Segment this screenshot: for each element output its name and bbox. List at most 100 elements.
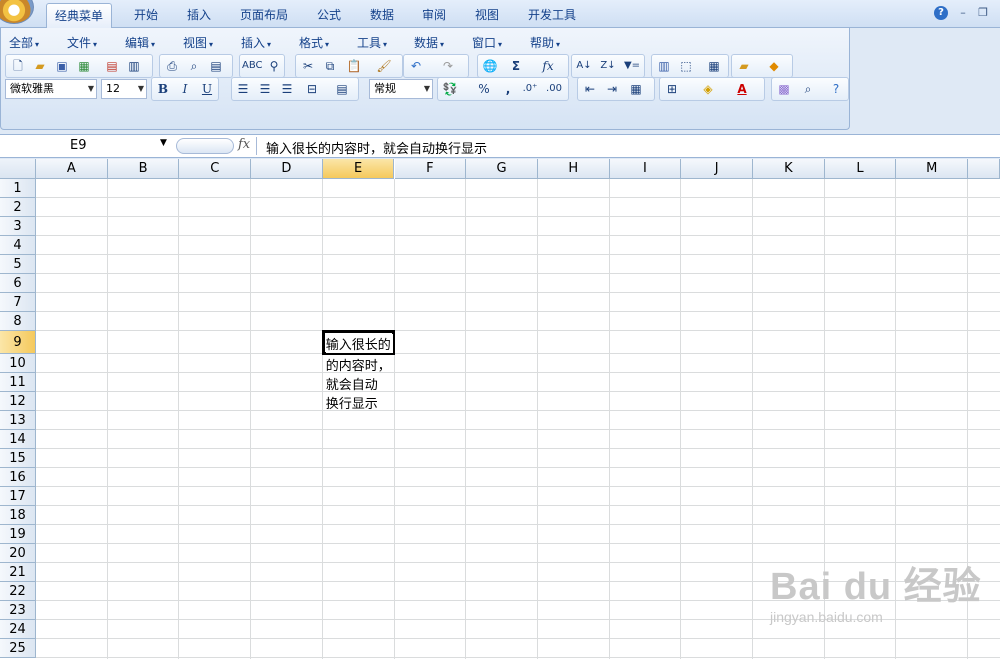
restore-icon[interactable]: ❐: [976, 6, 990, 20]
column-header-i[interactable]: I: [609, 159, 682, 179]
column-header-d[interactable]: D: [251, 159, 323, 179]
row-header-20[interactable]: 20: [0, 544, 36, 563]
row-header-11[interactable]: 11: [0, 373, 36, 392]
menu-edit[interactable]: 编辑 ▾: [125, 34, 155, 51]
align-right-icon[interactable]: ☰: [277, 79, 297, 99]
font-color-icon[interactable]: A: [732, 79, 752, 99]
autosum-icon[interactable]: Σ: [506, 56, 526, 76]
spellcheck-icon[interactable]: ABC: [242, 56, 263, 76]
row-header-21[interactable]: 21: [0, 563, 36, 582]
open-folder-icon[interactable]: ▰: [30, 56, 50, 76]
row-header-19[interactable]: 19: [0, 525, 36, 544]
column-header-c[interactable]: C: [179, 159, 252, 179]
row-header-14[interactable]: 14: [0, 430, 36, 449]
row-header-10[interactable]: 10: [0, 354, 36, 373]
format-painter-icon[interactable]: 🖌: [374, 56, 394, 76]
menu-view[interactable]: 视图 ▾: [183, 34, 213, 51]
tab-formulas[interactable]: 公式: [309, 3, 349, 28]
increase-indent-icon[interactable]: ⇥: [602, 79, 622, 99]
chart-icon[interactable]: ▥: [654, 56, 674, 76]
column-header-m[interactable]: M: [896, 159, 969, 179]
tab-review[interactable]: 审阅: [414, 3, 454, 28]
row-header-13[interactable]: 13: [0, 411, 36, 430]
insert-function-fx-icon[interactable]: fx: [238, 137, 250, 152]
align-center-icon[interactable]: ☰: [255, 79, 275, 99]
bold-button[interactable]: B: [153, 79, 173, 99]
row-header-24[interactable]: 24: [0, 620, 36, 639]
print-icon[interactable]: ⎙: [162, 56, 182, 76]
excel-icon[interactable]: ▦: [74, 56, 94, 76]
fill-color-icon[interactable]: ◈: [698, 79, 718, 99]
help-icon[interactable]: ?: [934, 6, 948, 20]
preview-icon[interactable]: ⌕: [184, 56, 204, 76]
merge-center-icon[interactable]: ⊟: [302, 79, 322, 99]
row-header-16[interactable]: 16: [0, 468, 36, 487]
row-header-12[interactable]: 12: [0, 392, 36, 411]
row-header-22[interactable]: 22: [0, 582, 36, 601]
font-size-select[interactable]: 12 ▼: [101, 79, 147, 99]
insert-function-icon[interactable]: fx: [538, 56, 558, 76]
minimize-icon[interactable]: –: [956, 6, 970, 20]
percent-button[interactable]: %: [474, 79, 494, 99]
tab-data[interactable]: 数据: [362, 3, 402, 28]
print-preview-icon[interactable]: ▥: [124, 56, 144, 76]
row-header-25[interactable]: 25: [0, 639, 36, 658]
copy-icon[interactable]: ⧉: [320, 56, 340, 76]
formula-input[interactable]: 输入很长的内容时，就会自动换行显示: [266, 138, 487, 157]
menu-window[interactable]: 窗口 ▾: [472, 34, 502, 51]
column-header-j[interactable]: J: [681, 159, 753, 179]
italic-button[interactable]: I: [175, 79, 195, 99]
decrease-decimal-icon[interactable]: .00: [544, 79, 564, 99]
worksheet-grid[interactable]: ABCDEFGHIJKLM 1 2 3 4 5 6 7 8 9 10 11 12 13 14 15 16 17 1…: [0, 159, 1000, 659]
column-header-l[interactable]: L: [824, 159, 897, 179]
underline-button[interactable]: U: [197, 79, 217, 99]
row-header-23[interactable]: 23: [0, 601, 36, 620]
tab-developer[interactable]: 开发工具: [520, 3, 584, 28]
drawing-icon[interactable]: ⬚: [676, 56, 696, 76]
column-header-g[interactable]: G: [466, 159, 538, 179]
row-header-4[interactable]: 4: [0, 236, 36, 255]
name-box[interactable]: E9: [0, 135, 176, 157]
decrease-indent-icon[interactable]: ⇤: [580, 79, 600, 99]
row-header-2[interactable]: 2: [0, 198, 36, 217]
row-header-9[interactable]: 9: [0, 331, 36, 354]
cell-style-icon[interactable]: ▦: [626, 79, 646, 99]
cut-icon[interactable]: ✂: [298, 56, 318, 76]
font-name-select[interactable]: 微软雅黑 ▼: [5, 79, 97, 99]
menu-all[interactable]: 全部 ▾: [9, 34, 39, 51]
sort-ascending-icon[interactable]: A↓: [574, 56, 594, 76]
number-format-select[interactable]: 常规 ▼: [369, 79, 433, 99]
new-file-icon[interactable]: 🗋: [8, 56, 28, 76]
help-question-icon[interactable]: ?: [826, 79, 846, 99]
increase-decimal-icon[interactable]: .0⁺: [520, 79, 540, 99]
row-header-17[interactable]: 17: [0, 487, 36, 506]
formula-scroll-handle[interactable]: [176, 138, 234, 154]
menu-tools[interactable]: 工具 ▾: [357, 34, 387, 51]
menu-insert[interactable]: 插入 ▾: [241, 34, 271, 51]
menu-data[interactable]: 数据 ▾: [414, 34, 444, 51]
tab-view[interactable]: 视图: [467, 3, 507, 28]
undo-icon[interactable]: ↶: [406, 56, 426, 76]
hyperlink-icon[interactable]: 🌐: [480, 56, 500, 76]
select-all-corner[interactable]: [0, 159, 36, 179]
row-header-15[interactable]: 15: [0, 449, 36, 468]
row-header-5[interactable]: 5: [0, 255, 36, 274]
sort-descending-icon[interactable]: Z↓: [598, 56, 618, 76]
menu-file[interactable]: 文件 ▾: [67, 34, 97, 51]
save-icon[interactable]: ▣: [52, 56, 72, 76]
borders-icon[interactable]: ⊞: [662, 79, 682, 99]
tab-page-layout[interactable]: 页面布局: [232, 3, 296, 28]
zoom-icon[interactable]: ⌕: [798, 79, 818, 99]
filter-icon[interactable]: ▼=: [622, 56, 642, 76]
align-left-icon[interactable]: ☰: [233, 79, 253, 99]
column-header-f[interactable]: F: [394, 159, 467, 179]
page-setup-icon[interactable]: ▤: [206, 56, 226, 76]
wrap-text-icon[interactable]: ▤: [332, 79, 352, 99]
tab-insert[interactable]: 插入: [179, 3, 219, 28]
row-header-3[interactable]: 3: [0, 217, 36, 236]
comma-button[interactable]: ,: [498, 79, 518, 99]
column-header-b[interactable]: B: [107, 159, 180, 179]
menu-format[interactable]: 格式 ▾: [299, 34, 329, 51]
column-header-k[interactable]: K: [753, 159, 825, 179]
menu-help[interactable]: 帮助 ▾: [530, 34, 560, 51]
